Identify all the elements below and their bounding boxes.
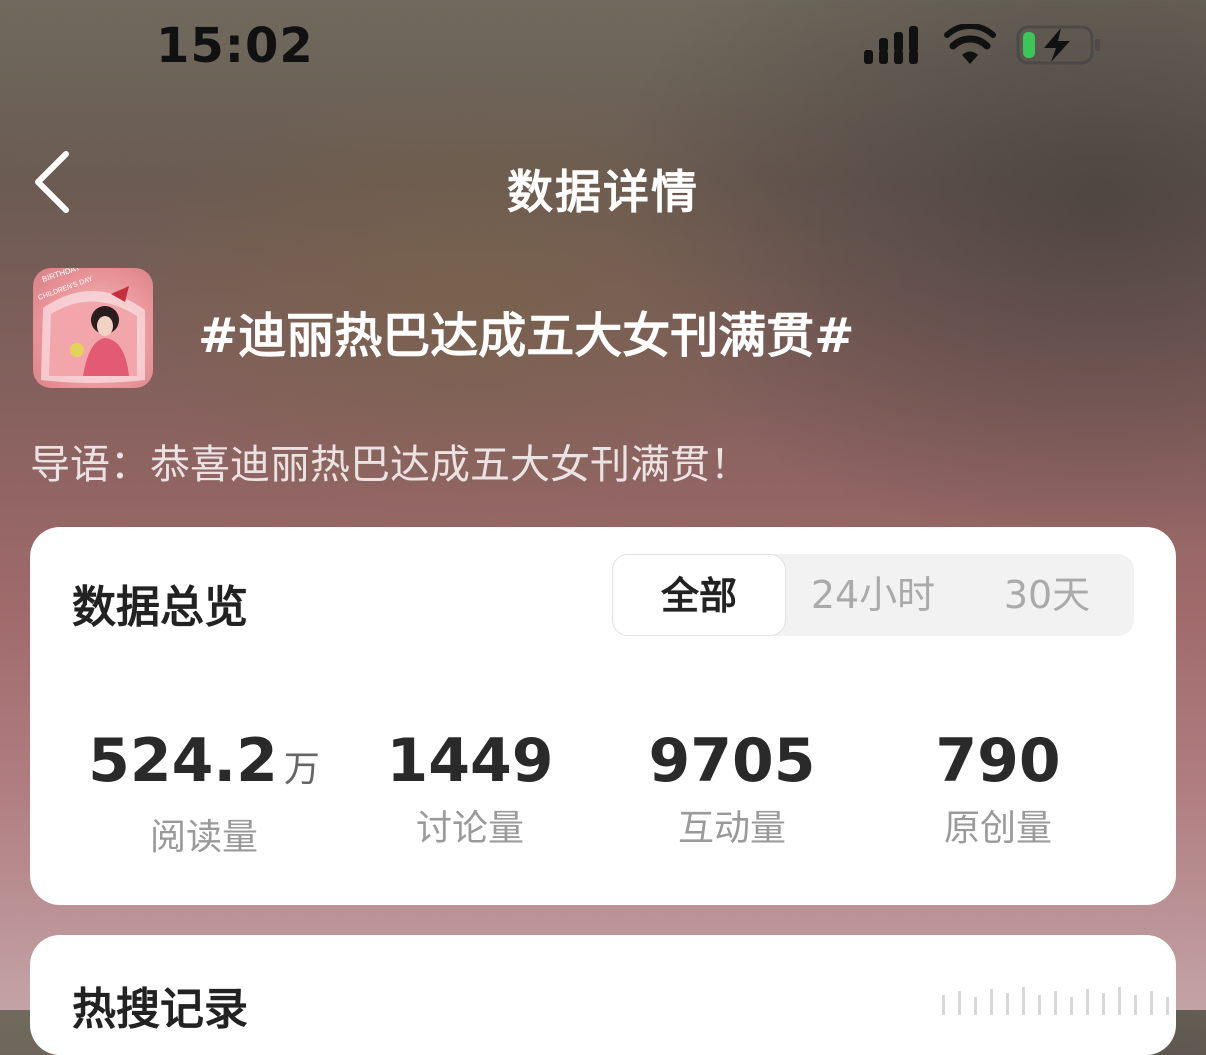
stat-label: 讨论量 xyxy=(415,808,524,849)
stat-unit: 万 xyxy=(283,749,320,790)
topic-title: #迪丽热巴达成五大女刊满贯# xyxy=(198,308,855,364)
stat-number: 524.2 xyxy=(88,726,278,796)
stat-label: 阅读量 xyxy=(149,817,258,858)
stat-read-count: 524.2 万 阅读量 xyxy=(74,725,334,860)
status-time: 15:02 xyxy=(156,18,314,74)
stat-value: 524.2 万 xyxy=(74,725,334,806)
cellular-signal-icon xyxy=(864,26,924,70)
overview-title: 数据总览 xyxy=(72,582,248,633)
page-title: 数据详情 xyxy=(507,165,699,219)
hot-search-trend-sparkline xyxy=(942,985,1172,1019)
stat-label: 原创量 xyxy=(943,808,1052,849)
stat-discussion-count: 1449 讨论量 xyxy=(340,725,600,851)
tab-30-days[interactable]: 30天 xyxy=(960,554,1134,636)
hot-search-title: 热搜记录 xyxy=(72,984,248,1035)
topic-avatar: BIRTHDAY CHILDREN'S DAY xyxy=(33,268,153,388)
wifi-icon xyxy=(944,23,996,70)
topic-intro: 导语：恭喜迪丽热巴达成五大女刊满贯！ xyxy=(30,442,750,488)
data-overview-card: 数据总览 全部 24小时 30天 524.2 万 阅读量 1449 讨论量 970… xyxy=(30,527,1176,905)
stat-value: 790 xyxy=(935,726,1061,796)
stat-original-count: 790 原创量 xyxy=(868,725,1128,851)
stat-value: 1449 xyxy=(386,726,554,796)
tab-all[interactable]: 全部 xyxy=(612,554,786,636)
battery-charging-icon xyxy=(1016,24,1102,70)
tab-24-hours[interactable]: 24小时 xyxy=(786,554,960,636)
stat-interaction-count: 9705 互动量 xyxy=(602,725,862,851)
time-range-segmented-control: 全部 24小时 30天 xyxy=(612,554,1134,636)
stat-label: 互动量 xyxy=(677,808,786,849)
hot-search-record-card[interactable]: 热搜记录 xyxy=(30,935,1176,1055)
stat-value: 9705 xyxy=(648,726,816,796)
